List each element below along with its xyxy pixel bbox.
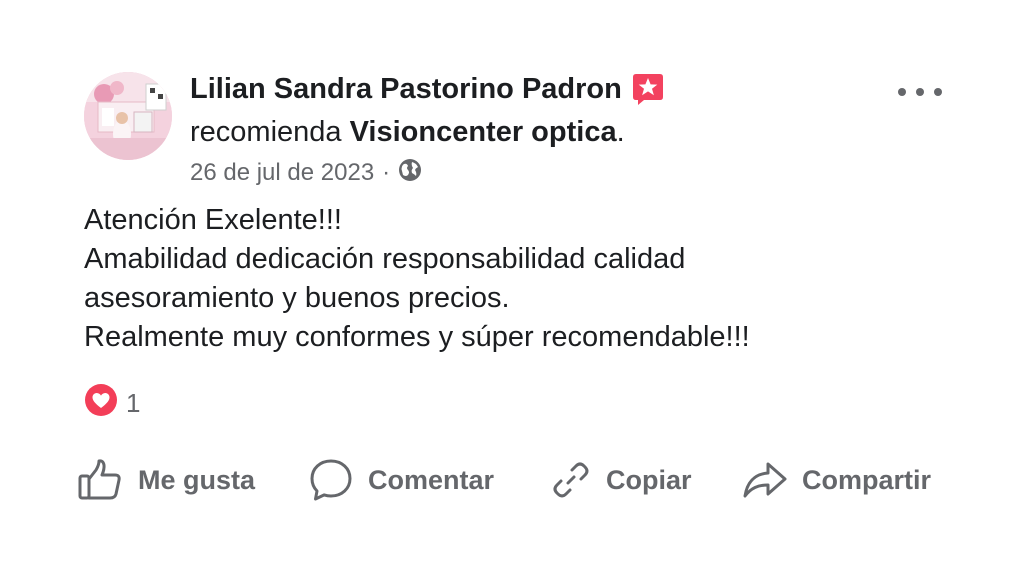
author-name[interactable]: Lilian Sandra Pastorino Padron <box>190 73 622 106</box>
recommendation-post: Lilian Sandra Pastorino Padron recomiend… <box>0 0 1024 576</box>
copy-label: Copiar <box>606 464 692 495</box>
share-arrow-icon <box>742 460 788 500</box>
more-dot <box>934 88 942 96</box>
like-button[interactable]: Me gusta <box>76 452 308 508</box>
heart-icon <box>84 383 118 424</box>
thumbs-up-icon <box>76 458 124 502</box>
author-line: Lilian Sandra Pastorino Padron <box>190 69 666 109</box>
post-body-line: Realmente muy conformes y súper recomend… <box>84 321 750 353</box>
recommends-line: recomienda Visioncenter optica. <box>190 112 625 152</box>
avatar-photo <box>84 72 172 160</box>
action-bar: Me gusta Comentar Copiar Compartir <box>76 452 952 508</box>
globe-icon[interactable] <box>398 158 422 189</box>
post-meta: 26 de jul de 2023 · <box>190 156 422 190</box>
post-date[interactable]: 26 de jul de 2023 <box>190 159 374 187</box>
comment-bubble-icon <box>308 457 354 503</box>
post-body: Atención Exelente!!! Amabilidad dedicaci… <box>84 201 984 357</box>
share-button[interactable]: Compartir <box>742 452 952 508</box>
post-body-line: asesoramiento y buenos precios. <box>84 282 510 314</box>
like-label: Me gusta <box>138 464 256 495</box>
copy-button[interactable]: Copiar <box>550 452 742 508</box>
more-dot <box>898 88 906 96</box>
link-icon <box>550 459 592 501</box>
post-body-line: Atención Exelente!!! <box>84 204 342 236</box>
share-label: Compartir <box>802 464 932 495</box>
author-avatar[interactable] <box>84 72 172 160</box>
comment-label: Comentar <box>368 464 495 495</box>
more-options-icon[interactable] <box>898 78 942 106</box>
meta-separator: · <box>382 159 391 186</box>
recommends-text: recomienda <box>190 116 342 148</box>
more-dot <box>916 88 924 96</box>
reaction-summary[interactable]: 1 <box>84 383 141 420</box>
recommends-period: . <box>616 116 625 148</box>
reaction-count: 1 <box>126 387 141 418</box>
comment-button[interactable]: Comentar <box>308 452 550 508</box>
post-body-line: Amabilidad dedicación responsabilidad ca… <box>84 243 686 275</box>
page-name-link[interactable]: Visioncenter optica <box>350 116 617 148</box>
recommendation-star-icon <box>630 71 666 107</box>
